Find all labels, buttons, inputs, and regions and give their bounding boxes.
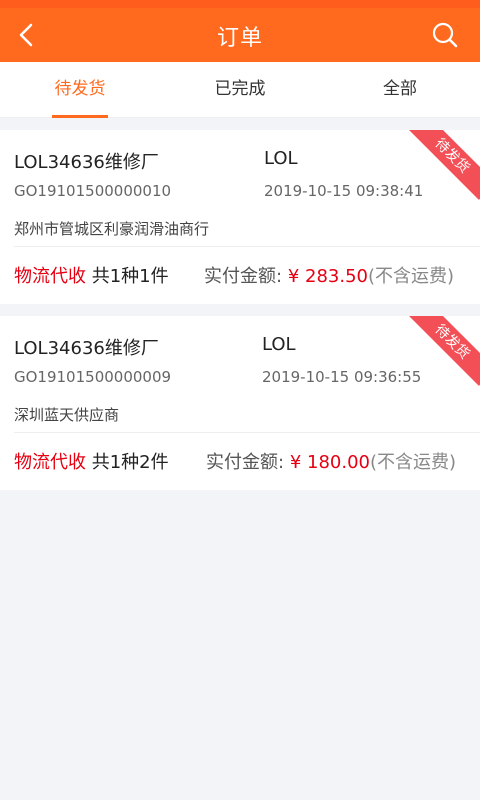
app-header: 订单 — [0, 0, 480, 62]
item-count: 共1种1件 — [91, 266, 169, 287]
delivery-method: 物流代收 — [14, 266, 86, 287]
user-name: LOL — [264, 148, 298, 169]
order-summary: 物流代收 共1种1件 — [14, 262, 169, 288]
item-count: 共1种2件 — [91, 452, 169, 473]
order-tabs: 待发货 已完成 全部 — [0, 62, 480, 118]
shop-name: LOL34636维修厂 — [14, 338, 159, 359]
tab-all[interactable]: 全部 — [320, 62, 480, 118]
search-button[interactable] — [430, 20, 460, 50]
order-card[interactable]: 待发货 LOL34636维修厂 LOL GO19101500000010 201… — [0, 130, 480, 304]
order-time: 2019-10-15 09:36:55 — [262, 368, 422, 386]
amount-label: 实付金额: — [204, 266, 283, 287]
search-icon — [432, 22, 458, 48]
order-amount: 实付金额: ¥ 283.50(不含运费) — [204, 262, 454, 288]
shipping-note: (不含运费) — [369, 452, 457, 473]
amount-value: ¥ 180.00 — [289, 452, 370, 473]
amount-value: ¥ 283.50 — [287, 266, 368, 287]
order-number: GO19101500000010 — [14, 182, 172, 200]
tab-label: 待发货 — [54, 79, 106, 99]
delivery-method: 物流代收 — [14, 452, 86, 473]
order-number: GO19101500000009 — [14, 368, 172, 386]
tab-label: 已完成 — [214, 79, 266, 99]
order-summary: 物流代收 共1种2件 — [14, 448, 169, 474]
tab-pending-shipment[interactable]: 待发货 — [0, 62, 160, 118]
order-amount: 实付金额: ¥ 180.00(不含运费) — [206, 448, 456, 474]
divider — [14, 432, 480, 433]
order-time: 2019-10-15 09:38:41 — [264, 182, 424, 200]
tab-completed[interactable]: 已完成 — [160, 62, 320, 118]
order-card[interactable]: 待发货 LOL34636维修厂 LOL GO19101500000009 201… — [0, 316, 480, 490]
supplier-name: 郑州市管城区利豪润滑油商行 — [14, 220, 210, 238]
shipping-note: (不含运费) — [367, 266, 455, 287]
tab-label: 全部 — [383, 79, 417, 99]
shop-name: LOL34636维修厂 — [14, 152, 159, 173]
supplier-name: 深圳蓝天供应商 — [14, 406, 120, 424]
amount-label: 实付金额: — [206, 452, 285, 473]
user-name: LOL — [262, 334, 296, 355]
active-tab-indicator — [52, 115, 108, 118]
page-title: 订单 — [216, 26, 263, 51]
divider — [14, 246, 480, 247]
